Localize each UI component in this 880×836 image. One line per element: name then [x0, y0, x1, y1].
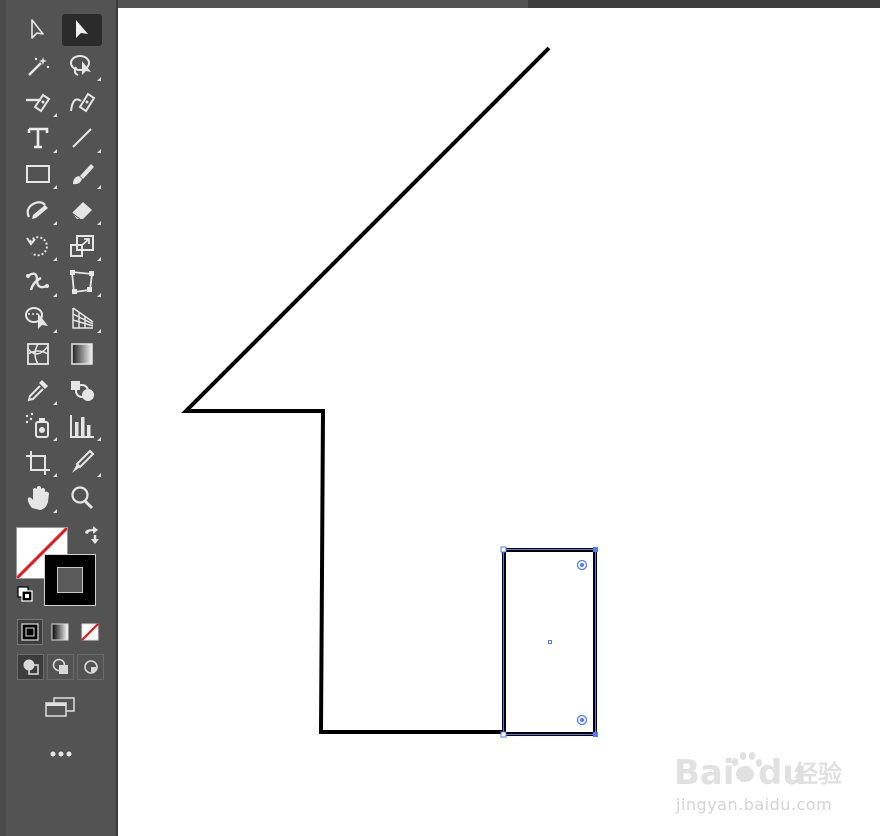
- center-point: [548, 640, 552, 644]
- corner-widget-bottom[interactable]: [576, 714, 588, 726]
- anchor-point-top-right[interactable]: [593, 547, 598, 552]
- anchor-point-bottom-left[interactable]: [500, 731, 507, 738]
- svg-text:经验: 经验: [794, 760, 842, 788]
- artwork-layer: [181, 46, 598, 738]
- svg-text:Bai: Bai: [674, 753, 735, 793]
- illustrator-window: Bai du 经验 jingyan.baidu.com: [0, 0, 880, 836]
- arrow-path[interactable]: [181, 46, 551, 734]
- baidu-watermark-url: jingyan.baidu.com: [676, 795, 833, 814]
- corner-widget-top[interactable]: [576, 559, 588, 571]
- baidu-logo: Bai du 经验: [674, 752, 842, 793]
- anchor-point-bottom-right[interactable]: [593, 732, 598, 737]
- anchor-point-top-left[interactable]: [500, 546, 507, 553]
